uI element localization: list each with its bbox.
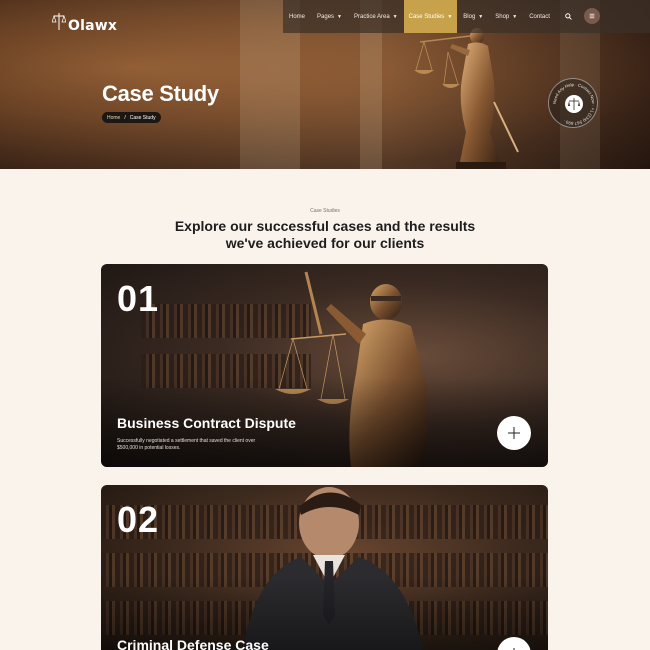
nav-label: Case Studies bbox=[408, 13, 445, 20]
breadcrumb-separator: / bbox=[124, 114, 126, 121]
chevron-down-icon: ▼ bbox=[447, 13, 453, 20]
menu-icon bbox=[589, 13, 595, 19]
search-button[interactable] bbox=[560, 8, 576, 24]
chevron-down-icon: ▼ bbox=[337, 13, 342, 20]
nav-item-blog[interactable]: Blog ▼ bbox=[457, 0, 489, 33]
section-title-line: Explore our successful cases and the res… bbox=[174, 218, 476, 234]
nav-item-pages[interactable]: Pages ▼ bbox=[311, 0, 348, 33]
contact-badge[interactable]: Need Any Help · Contact Now · +1 (234) 5… bbox=[548, 78, 598, 128]
nav-label: Blog bbox=[463, 13, 476, 20]
case-card[interactable]: 01 Business Contract Dispute Successfull… bbox=[101, 264, 548, 467]
search-icon bbox=[564, 12, 572, 20]
nav-label: Home bbox=[289, 13, 306, 20]
breadcrumb-home-link[interactable]: Home bbox=[107, 115, 120, 121]
case-title[interactable]: Criminal Defense Case bbox=[117, 637, 269, 650]
nav-label: Practice Area bbox=[353, 13, 390, 20]
case-description-line: Successfully negotiated a settlement tha… bbox=[117, 438, 256, 444]
breadcrumb: Home / Case Study bbox=[102, 112, 161, 123]
page-title: Case Study bbox=[102, 81, 219, 106]
nav-item-contact[interactable]: Contact bbox=[523, 0, 556, 33]
case-title[interactable]: Business Contract Dispute bbox=[117, 415, 296, 431]
expand-case-button[interactable] bbox=[497, 416, 531, 450]
brand-logo[interactable]: Olawx bbox=[52, 10, 117, 34]
nav-label: Contact bbox=[529, 13, 550, 20]
hero-banner: Olawx Home Pages ▼ Practice Area ▼ Case … bbox=[0, 0, 650, 169]
chevron-down-icon: ▼ bbox=[512, 13, 518, 20]
chevron-down-icon: ▼ bbox=[392, 13, 398, 20]
case-number: 01 bbox=[117, 278, 160, 319]
brand-name: Olawx bbox=[68, 18, 118, 34]
nav-item-home[interactable]: Home bbox=[283, 0, 311, 33]
case-description-line: $500,000 in potential losses. bbox=[117, 445, 181, 451]
nav-actions bbox=[560, 8, 600, 24]
section-title-line: we've achieved for our clients bbox=[225, 235, 425, 251]
case-card[interactable]: 02 Criminal Defense Case bbox=[101, 485, 548, 650]
contact-badge-graphic: Need Any Help · Contact Now · +1 (234) 5… bbox=[552, 82, 596, 126]
nav-item-shop[interactable]: Shop ▼ bbox=[489, 0, 523, 33]
breadcrumb-current: Case Study bbox=[129, 114, 156, 121]
plus-icon bbox=[508, 427, 520, 439]
justice-statue-image bbox=[414, 28, 519, 169]
main-navigation: Home Pages ▼ Practice Area ▼ Case Studie… bbox=[283, 0, 650, 33]
section-title: Explore our successful cases and the res… bbox=[0, 218, 650, 252]
section-eyebrow: Case Studies bbox=[310, 208, 340, 214]
nav-label: Shop bbox=[495, 13, 510, 20]
nav-item-case-studies[interactable]: Case Studies ▼ bbox=[403, 0, 458, 33]
case-description: Successfully negotiated a settlement tha… bbox=[117, 438, 297, 452]
menu-button[interactable] bbox=[584, 8, 600, 24]
nav-label: Pages bbox=[317, 13, 335, 20]
scales-logo-icon bbox=[52, 13, 66, 30]
chevron-down-icon: ▼ bbox=[478, 13, 484, 20]
case-number: 02 bbox=[117, 499, 160, 540]
nav-item-practice-area[interactable]: Practice Area ▼ bbox=[348, 0, 404, 33]
